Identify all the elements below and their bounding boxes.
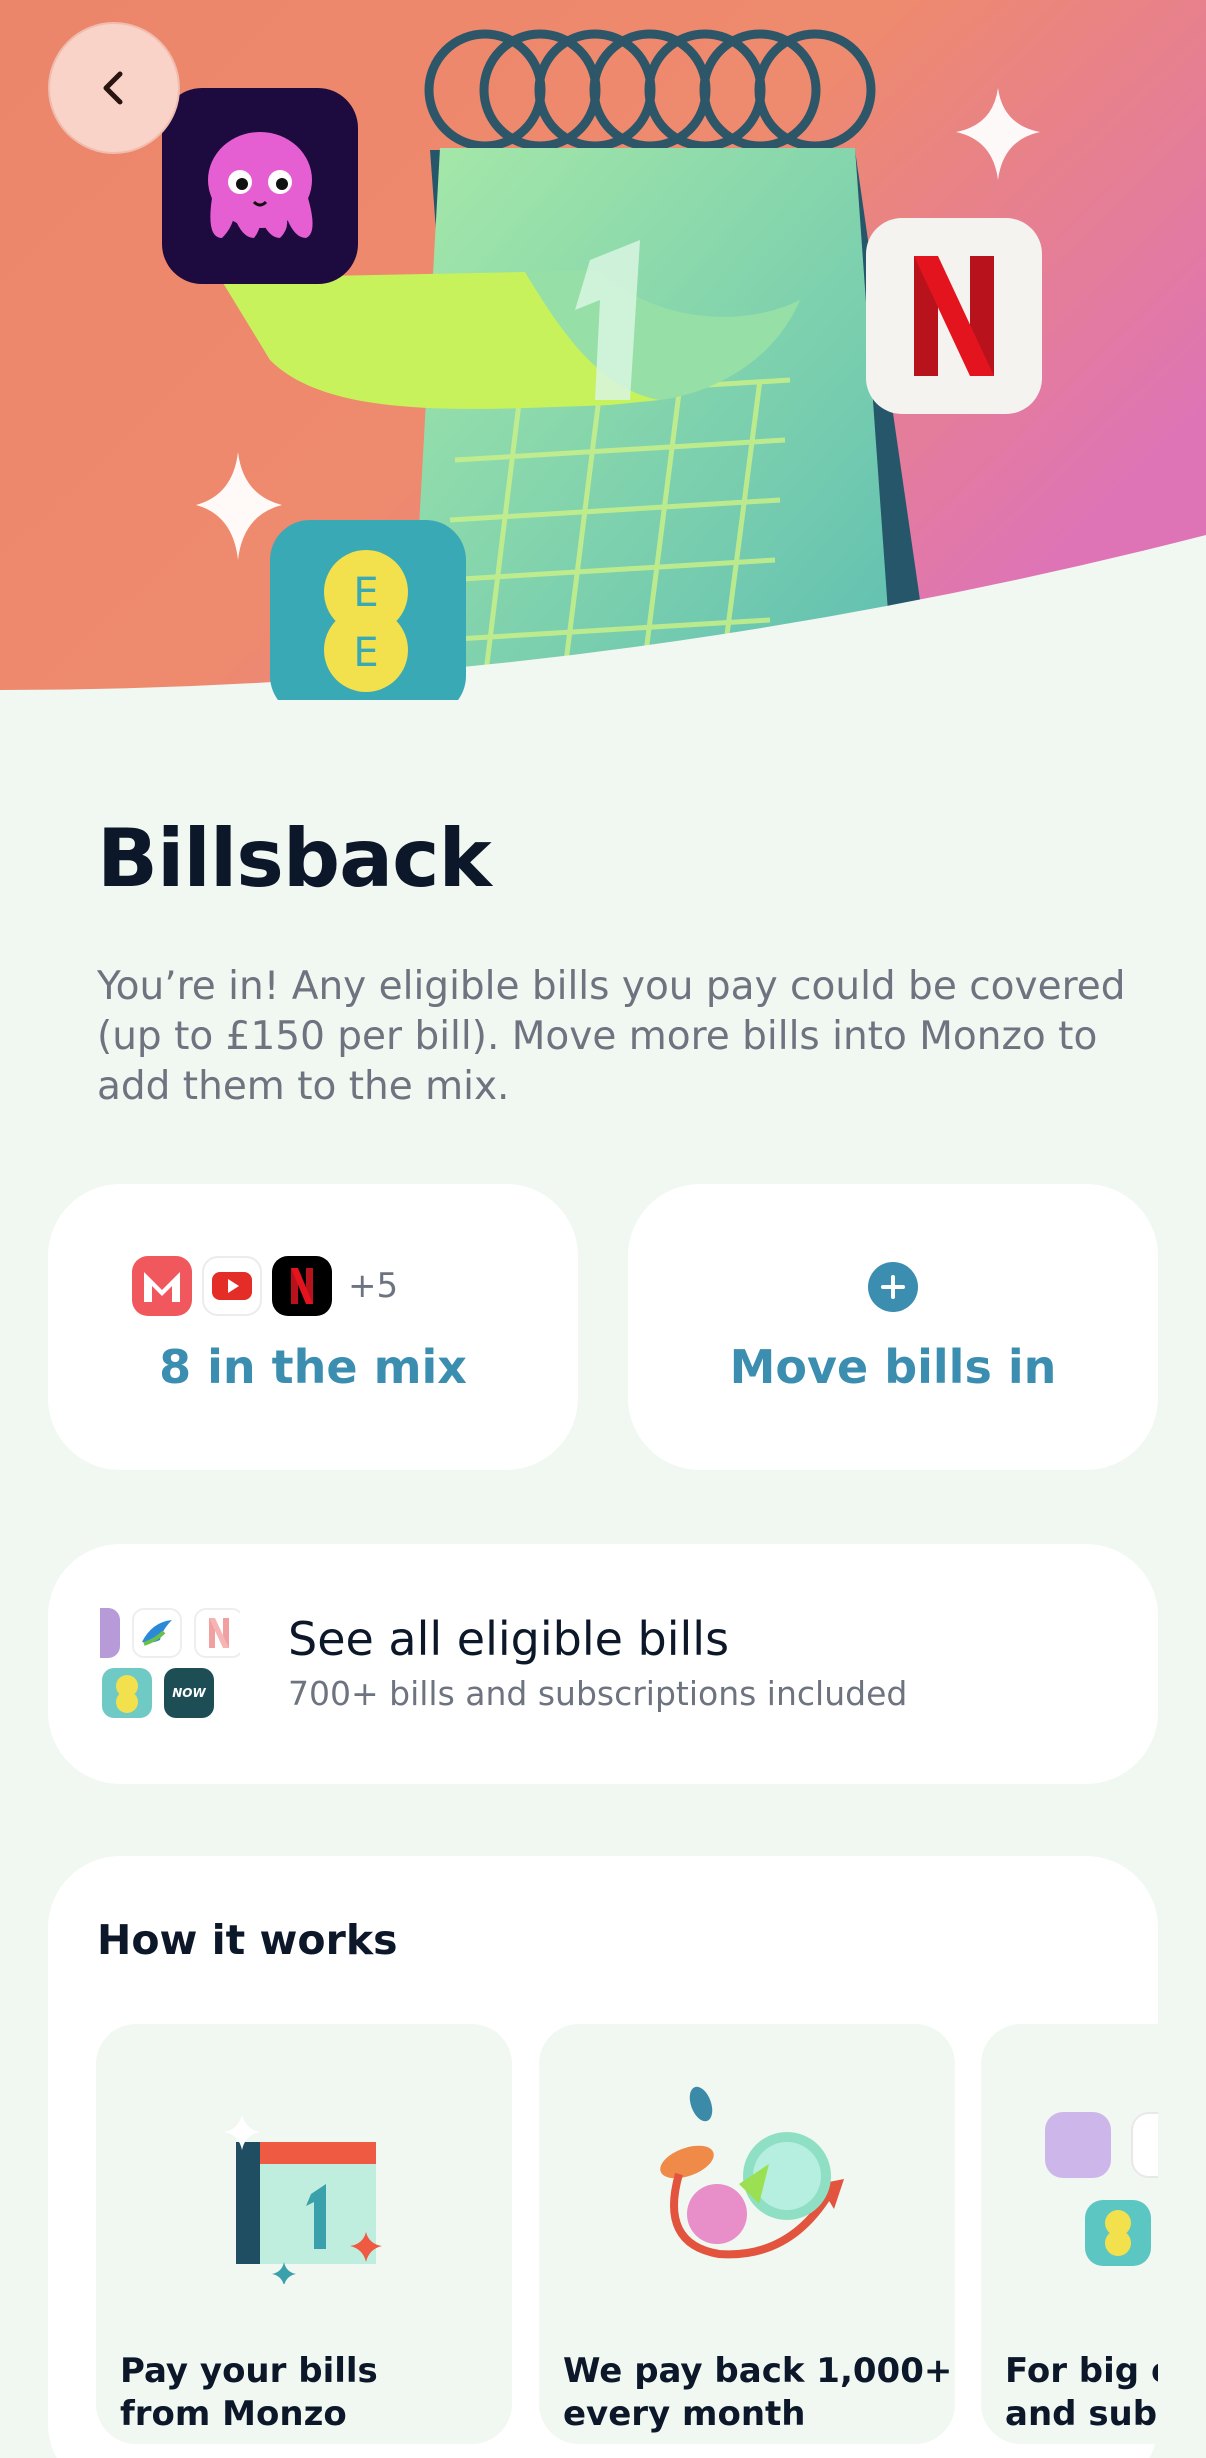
now-tv-icon: NOW: [164, 1668, 214, 1718]
step-text: For big ones and subscriptions: [1005, 2351, 1158, 2434]
bird-logo-icon: [1131, 2112, 1158, 2178]
step-card-pay-back[interactable]: We pay back 1,000+ every month: [539, 2024, 955, 2444]
plus-circle-icon: [868, 1262, 918, 1312]
hero-illustration: E E: [0, 0, 1206, 700]
page-description: You’re in! Any eligible bills you pay co…: [97, 964, 1126, 1109]
extra-bills-count: +5: [348, 1266, 399, 1306]
ee-mini-icon: [102, 1668, 152, 1718]
move-bills-in-card[interactable]: [628, 1184, 1158, 1470]
svg-text:E: E: [353, 630, 378, 676]
step-text: Pay your bills from Monzo: [120, 2351, 378, 2434]
eligible-bills-subtitle: 700+ bills and subscriptions included: [288, 1674, 908, 1713]
youtube-logo-icon: [202, 1256, 262, 1316]
how-it-works-title: How it works: [97, 1916, 398, 1964]
bird-logo-icon: [132, 1608, 182, 1658]
back-button[interactable]: [48, 22, 180, 154]
netflix-logo-icon: [272, 1256, 332, 1316]
netflix-mini-icon: [194, 1608, 240, 1658]
move-bills-in-label[interactable]: Move bills in: [628, 1340, 1158, 1394]
netflix-icon: [866, 218, 1042, 414]
coins-illustration-icon: [660, 2086, 844, 2259]
how-it-works-carousel[interactable]: Pay your bills from Monzo We pay back 1,…: [96, 2024, 1158, 2458]
step-text: We pay back 1,000+ every month: [563, 2351, 953, 2434]
ee-icon: E E: [270, 520, 466, 700]
in-the-mix-label[interactable]: 8 in the mix: [48, 1340, 578, 1394]
octopus-energy-icon: [162, 88, 358, 284]
ee-mini-icon: [1085, 2200, 1151, 2266]
in-the-mix-card[interactable]: [48, 1184, 578, 1470]
now-tv-label: NOW: [172, 1686, 206, 1700]
chevron-left-icon: [103, 71, 123, 105]
octopus-mini-icon: [1045, 2112, 1111, 2178]
calendar-illustration-icon: [224, 2114, 382, 2284]
mix-logos: +5: [132, 1256, 398, 1316]
octopus-mini-icon: [100, 1608, 120, 1658]
step-card-big-ones[interactable]: For big ones and subscriptions: [981, 2024, 1158, 2444]
eligible-bills-title[interactable]: See all eligible bills: [288, 1612, 729, 1666]
step-card-pay-bills[interactable]: Pay your bills from Monzo: [96, 2024, 512, 2444]
eligible-logos-collage: NOW: [100, 1606, 240, 1722]
monzo-logo-icon: [132, 1256, 192, 1316]
svg-text:E: E: [353, 570, 378, 616]
page-title: Billsback: [97, 812, 492, 905]
